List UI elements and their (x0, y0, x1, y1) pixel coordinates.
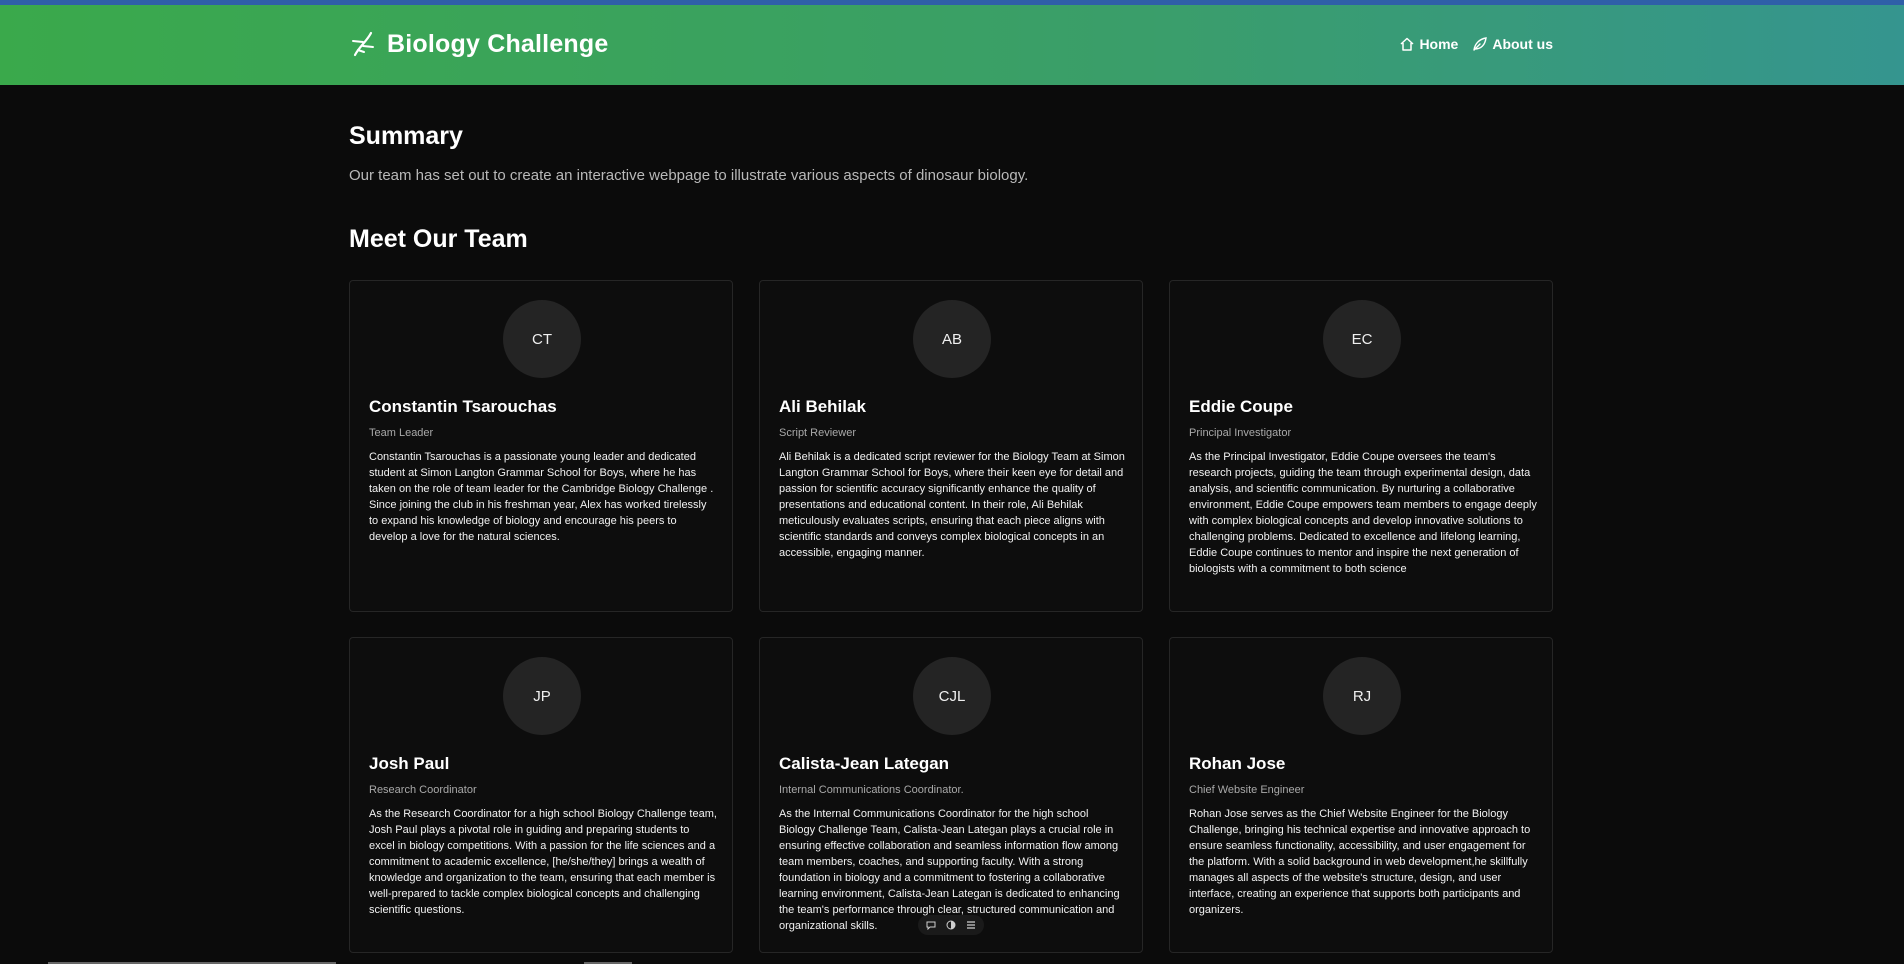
nav-about-label: About us (1492, 36, 1553, 52)
member-bio: As the Principal Investigator, Eddie Cou… (1189, 451, 1537, 575)
summary-text: Our team has set out to create an intera… (349, 167, 1029, 184)
member-role: Script Reviewer (779, 427, 857, 439)
member-name: Rohan Jose (1189, 754, 1286, 773)
nav-home[interactable]: Home (1399, 36, 1458, 52)
floating-toolbar (918, 915, 984, 935)
nav-home-label: Home (1419, 36, 1459, 52)
member-role: Chief Website Engineer (1189, 784, 1305, 796)
team-card: CT Constantin Tsarouchas Team Leader Con… (349, 280, 733, 612)
brand-title: Biology Challenge (387, 29, 609, 58)
home-icon (1399, 36, 1415, 52)
avatar: RJ (1323, 657, 1401, 735)
member-bio: Rohan Jose serves as the Chief Website E… (1189, 808, 1531, 916)
brand[interactable]: Biology Challenge (349, 29, 608, 59)
member-role: Team Leader (369, 427, 434, 439)
menu-icon[interactable] (966, 920, 976, 930)
member-role: Principal Investigator (1189, 427, 1292, 439)
member-name: Josh Paul (369, 754, 450, 773)
avatar: JP (503, 657, 581, 735)
avatar: EC (1323, 300, 1401, 378)
team-card: CJL Calista-Jean Lategan Internal Commun… (759, 637, 1143, 953)
team-card: AB Ali Behilak Script Reviewer Ali Behil… (759, 280, 1143, 612)
avatar: CT (503, 300, 581, 378)
member-role: Internal Communications Coordinator. (779, 784, 964, 796)
team-title: Meet Our Team (349, 225, 528, 253)
team-card: JP Josh Paul Research Coordinator As the… (349, 637, 733, 953)
comment-icon[interactable] (926, 920, 936, 931)
leaf-icon (1472, 36, 1488, 52)
avatar: AB (913, 300, 991, 378)
member-name: Ali Behilak (779, 397, 866, 416)
member-bio: Constantin Tsarouchas is a passionate yo… (369, 451, 714, 543)
member-bio: Ali Behilak is a dedicated script review… (779, 451, 1125, 559)
avatar: CJL (913, 657, 991, 735)
nav-about[interactable]: About us (1472, 36, 1553, 52)
main-nav: Home About us (1399, 36, 1553, 52)
member-bio: As the Research Coordinator for a high s… (369, 808, 717, 916)
team-card: EC Eddie Coupe Principal Investigator As… (1169, 280, 1553, 612)
dna-icon (349, 29, 377, 59)
site-header: Biology Challenge Home About us (0, 5, 1904, 85)
summary-title: Summary (349, 122, 463, 150)
member-name: Constantin Tsarouchas (369, 397, 557, 416)
member-name: Calista-Jean Lategan (779, 754, 950, 773)
team-card: RJ Rohan Jose Chief Website Engineer Roh… (1169, 637, 1553, 953)
member-role: Research Coordinator (369, 784, 477, 796)
contrast-icon[interactable] (946, 920, 956, 930)
member-name: Eddie Coupe (1189, 397, 1293, 416)
